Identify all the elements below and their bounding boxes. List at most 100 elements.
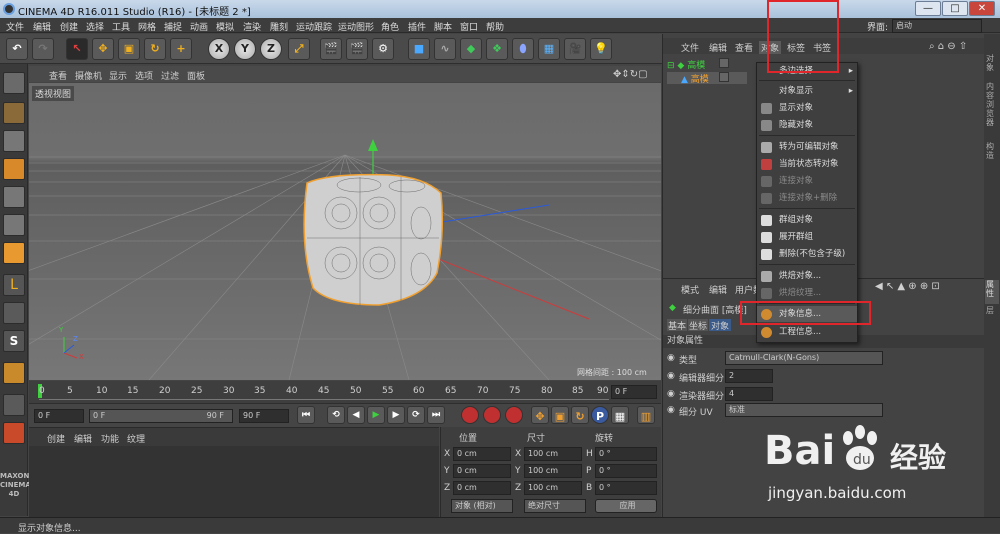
size-mode-select[interactable]: 绝对尺寸 — [524, 499, 586, 513]
menu-select[interactable]: 选择 — [86, 20, 104, 33]
mat-menu-create[interactable]: 创建 — [47, 432, 65, 445]
menu-item-project-info[interactable]: 工程信息... — [757, 324, 857, 340]
workplane-mode-icon[interactable] — [3, 158, 25, 180]
vp-menu-panel[interactable]: 面板 — [187, 69, 205, 82]
am-nav-icons[interactable]: ◀ ↖ ▲ ⊕ ⊕ ⊡ — [875, 281, 940, 292]
magnet-icon[interactable] — [3, 362, 25, 384]
menu-item-show-objects[interactable]: 显示对象 — [757, 100, 857, 116]
lock-workplane-icon[interactable] — [3, 394, 25, 416]
type-select[interactable]: Catmull-Clark(N-Gons) — [725, 351, 883, 365]
next-key-icon[interactable]: ⟳ — [407, 406, 425, 424]
light-icon[interactable]: 💡 — [590, 38, 612, 60]
redo-icon[interactable]: ↷ — [32, 38, 54, 60]
key-move-icon[interactable]: ✥ — [531, 406, 549, 424]
deformer-icon[interactable]: ⬮ — [512, 38, 534, 60]
timeline-window-icon[interactable]: ▥ — [637, 406, 655, 424]
vp-menu-options[interactable]: 选项 — [135, 69, 153, 82]
side-tab-layers[interactable]: 层 — [986, 306, 998, 315]
goto-start-icon[interactable]: ⏮ — [297, 406, 315, 424]
autokey-icon[interactable] — [483, 406, 501, 424]
radio-render-subdiv[interactable]: ◉ — [667, 389, 675, 399]
vp-menu-view[interactable]: 查看 — [49, 69, 67, 82]
menu-mograph[interactable]: 运动图形 — [338, 20, 374, 33]
side-tab-structure[interactable]: 构造 — [986, 142, 998, 160]
key-scale-icon[interactable]: ▣ — [551, 406, 569, 424]
material-area[interactable] — [29, 446, 439, 518]
render-settings-icon[interactable]: ⚙ — [372, 38, 394, 60]
add-icon[interactable]: + — [170, 38, 192, 60]
size-x-field[interactable]: 100 cm — [524, 447, 582, 461]
x-axis-button[interactable]: X — [208, 38, 230, 60]
live-select-icon[interactable]: ↖ — [66, 38, 88, 60]
menu-create[interactable]: 创建 — [60, 20, 78, 33]
menu-item-object-display[interactable]: 对象显示 ▸ — [757, 83, 857, 99]
side-tab-objects[interactable]: 对象 — [986, 54, 998, 72]
menu-sculpt[interactable]: 雕刻 — [270, 20, 288, 33]
axis-mode-icon[interactable]: L — [3, 274, 25, 296]
menu-plugins[interactable]: 插件 — [408, 20, 426, 33]
editor-subdiv-field[interactable]: 2 — [725, 369, 773, 383]
key-param-icon[interactable]: P — [591, 406, 609, 424]
menu-file[interactable]: 文件 — [6, 20, 24, 33]
am-menu-edit[interactable]: 编辑 — [709, 283, 727, 296]
cube-icon[interactable]: ■ — [408, 38, 430, 60]
menu-motion-tracking[interactable]: 运动跟踪 — [296, 20, 332, 33]
menu-tools[interactable]: 工具 — [112, 20, 130, 33]
menu-item-delete-no-children[interactable]: 删除(不包含子级) — [757, 246, 857, 262]
tab-coord[interactable]: 坐标 — [688, 319, 708, 332]
subdivided-cube-mesh[interactable] — [303, 173, 444, 306]
floor-icon[interactable]: ▦ — [538, 38, 560, 60]
radio-editor-subdiv[interactable]: ◉ — [667, 371, 675, 381]
om-menu-view[interactable]: 查看 — [735, 41, 753, 54]
visibility-dots[interactable] — [719, 72, 729, 82]
prev-frame-icon[interactable]: ◀ — [347, 406, 365, 424]
maximize-button[interactable]: □ — [942, 1, 968, 16]
start-frame-field[interactable]: 0 F — [34, 409, 84, 423]
menu-item-bake-texture[interactable]: 烘焙纹理... — [757, 285, 857, 301]
am-menu-mode[interactable]: 模式 — [681, 283, 699, 296]
size-z-field[interactable]: 100 cm — [524, 481, 582, 495]
vp-menu-display[interactable]: 显示 — [109, 69, 127, 82]
tree-toggle-icon[interactable]: ⊟ — [667, 61, 675, 71]
om-search-home-icons[interactable]: ⌕ ⌂ ⊖ ⇧ — [929, 41, 967, 52]
menu-window[interactable]: 窗口 — [460, 20, 478, 33]
key-rotate-icon[interactable]: ↻ — [571, 406, 589, 424]
render-picture-viewer-icon[interactable]: 🎬 — [346, 38, 368, 60]
edges-mode-icon[interactable] — [3, 214, 25, 236]
apply-button[interactable]: 应用 — [595, 499, 657, 513]
menu-simulate[interactable]: 模拟 — [216, 20, 234, 33]
om-menu-file[interactable]: 文件 — [681, 41, 699, 54]
workplane-icon[interactable] — [3, 422, 25, 444]
tree-item-cube[interactable]: ▲ 高模 — [667, 72, 747, 85]
vp-menu-filter[interactable]: 过滤 — [161, 69, 179, 82]
scale-icon[interactable]: ▣ — [118, 38, 140, 60]
menu-script[interactable]: 脚本 — [434, 20, 452, 33]
goto-end-icon[interactable]: ⏭ — [427, 406, 445, 424]
tree-item-subdivision[interactable]: ⊟ ◆ 高模 — [667, 58, 747, 71]
y-axis-button[interactable]: Y — [234, 38, 256, 60]
tab-basic[interactable]: 基本 — [667, 319, 687, 332]
close-button[interactable]: ✕ — [969, 1, 995, 16]
mat-menu-edit[interactable]: 编辑 — [74, 432, 92, 445]
snap-icon[interactable]: S — [3, 330, 25, 352]
model-mode-icon[interactable] — [3, 102, 25, 124]
menu-edit[interactable]: 编辑 — [33, 20, 51, 33]
radio-type[interactable]: ◉ — [667, 353, 675, 363]
subdiv-uv-select[interactable]: 标准 — [725, 403, 883, 417]
timeline-ruler[interactable]: 0 5 10 15 20 25 30 35 40 45 50 55 60 65 … — [29, 381, 661, 403]
rot-p-field[interactable]: 0 ° — [595, 464, 657, 478]
menu-mesh[interactable]: 网格 — [138, 20, 156, 33]
next-frame-icon[interactable]: ▶ — [387, 406, 405, 424]
coordinate-system-icon[interactable]: ⤢ — [288, 38, 310, 60]
mat-menu-texture[interactable]: 纹理 — [127, 432, 145, 445]
record-key-icon[interactable] — [461, 406, 479, 424]
tweak-icon[interactable] — [3, 302, 25, 324]
menu-item-group[interactable]: 群组对象 — [757, 212, 857, 228]
radio-subdiv-uv[interactable]: ◉ — [667, 405, 675, 415]
points-mode-icon[interactable] — [3, 186, 25, 208]
prev-key-icon[interactable]: ⟲ — [327, 406, 345, 424]
menu-item-bake-object[interactable]: 烘焙对象... — [757, 268, 857, 284]
menu-item-hide-objects[interactable]: 隐藏对象 — [757, 117, 857, 133]
om-menu-edit[interactable]: 编辑 — [709, 41, 727, 54]
tab-object[interactable]: 对象 — [709, 319, 731, 332]
